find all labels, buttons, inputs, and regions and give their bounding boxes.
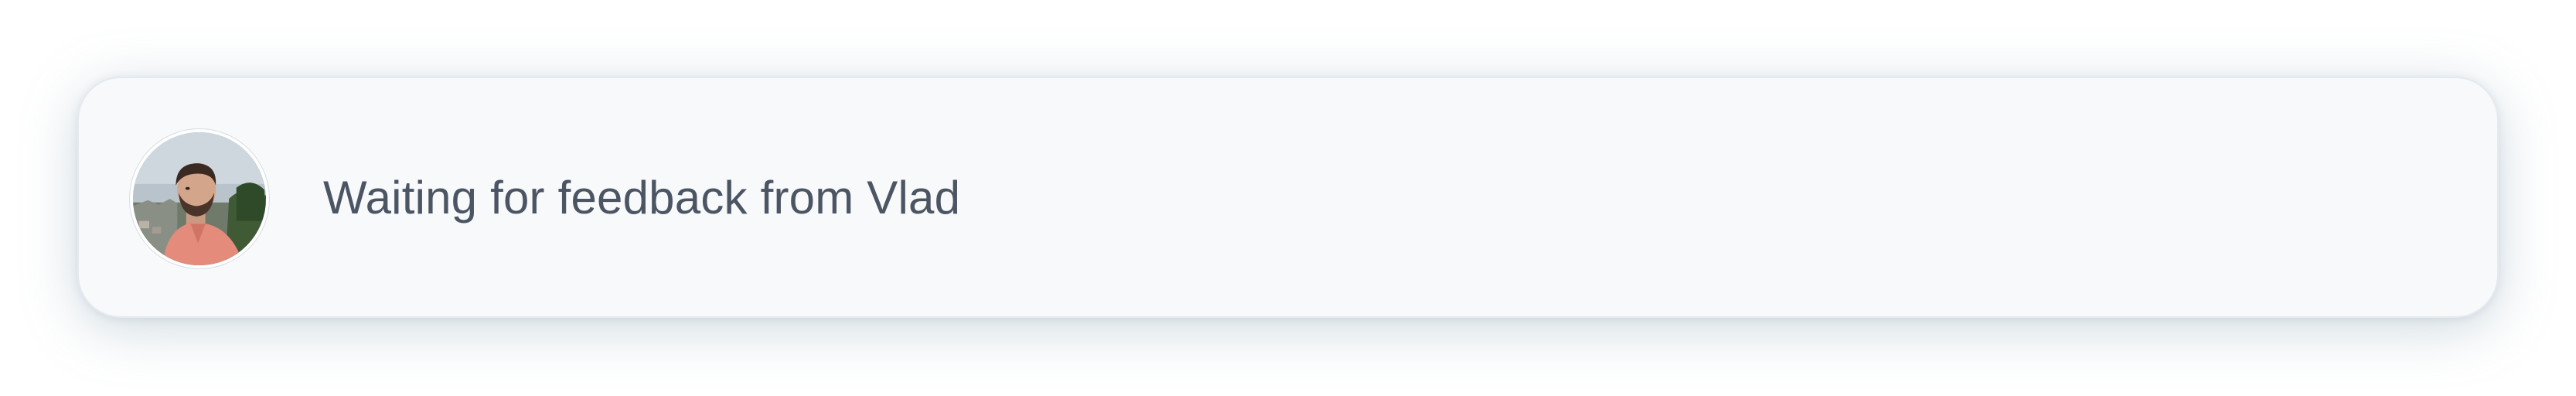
avatar bbox=[130, 129, 269, 268]
status-message: Waiting for feedback from Vlad bbox=[323, 171, 961, 224]
avatar-photo-icon bbox=[133, 132, 266, 265]
status-card: Waiting for feedback from Vlad bbox=[77, 77, 2499, 318]
stage: Waiting for feedback from Vlad bbox=[0, 0, 2576, 396]
